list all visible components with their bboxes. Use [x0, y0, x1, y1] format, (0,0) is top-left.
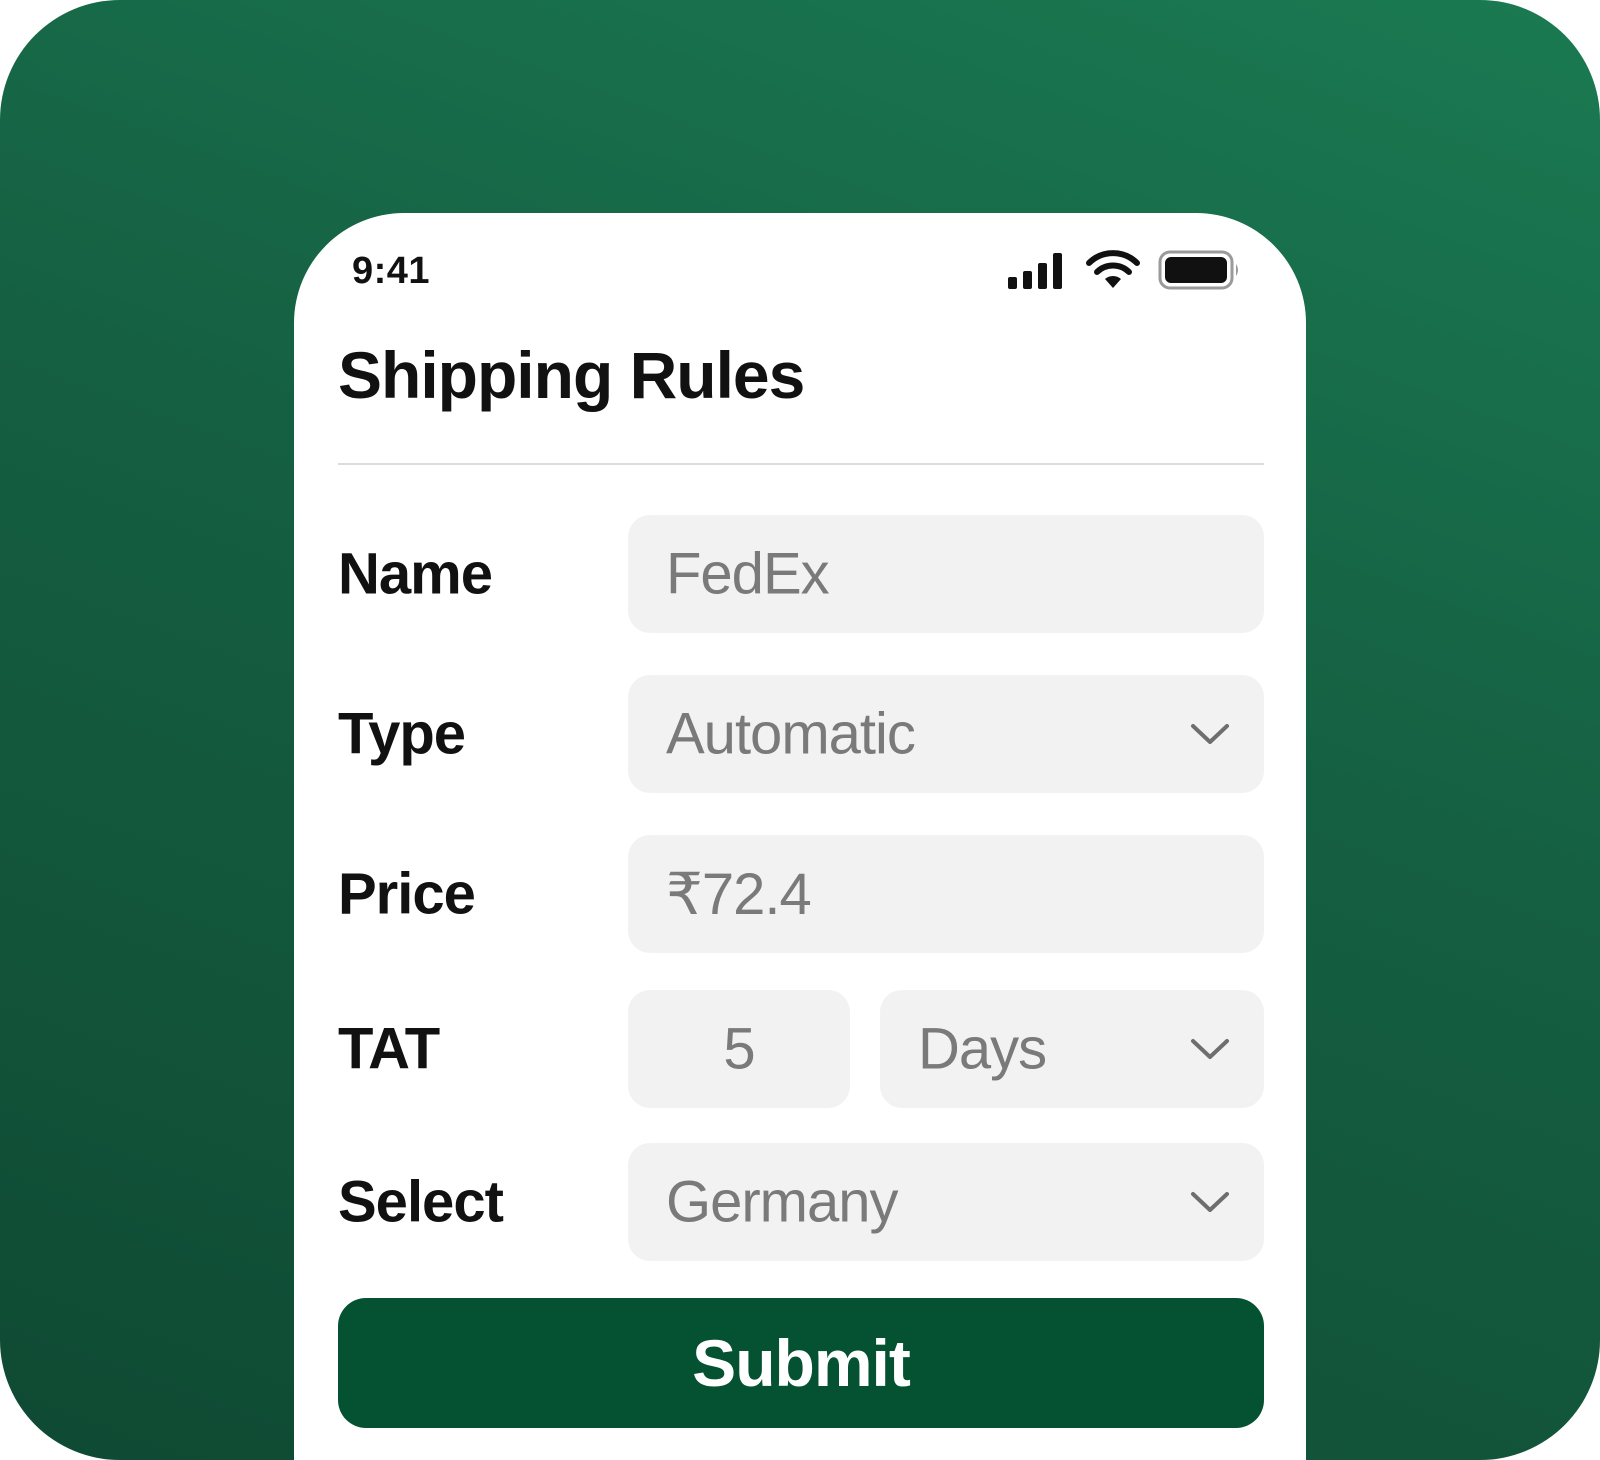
country-value: Germany	[666, 1169, 899, 1235]
chevron-down-icon	[1191, 1039, 1229, 1059]
name-label: Name	[338, 541, 493, 607]
country-label: Select	[338, 1169, 504, 1235]
status-time: 9:41	[352, 250, 431, 292]
tat-row: TAT 5 Days	[338, 990, 1264, 1108]
type-row: Type Automatic	[338, 675, 1264, 793]
type-label: Type	[338, 701, 466, 767]
tat-amount-input[interactable]: 5	[628, 990, 850, 1108]
price-value: ₹72.4	[666, 862, 812, 927]
submit-button[interactable]: Submit	[338, 1298, 1264, 1428]
tat-unit-value: Days	[918, 1016, 1047, 1082]
wifi-icon	[1086, 250, 1140, 288]
page-title: Shipping Rules	[338, 338, 805, 412]
chevron-down-icon	[1191, 1192, 1229, 1212]
app-background: 9:41 Shipping Rules Name FedEx Type Auto…	[0, 0, 1600, 1460]
battery-icon	[1158, 250, 1238, 290]
cellular-signal-icon	[1008, 253, 1062, 289]
tat-label: TAT	[338, 1016, 440, 1082]
type-value: Automatic	[666, 701, 916, 767]
country-select[interactable]: Germany	[628, 1143, 1264, 1261]
title-divider	[338, 463, 1264, 465]
status-icons	[1006, 249, 1242, 291]
status-bar: 9:41	[294, 213, 1306, 323]
name-input[interactable]: FedEx	[628, 515, 1264, 633]
name-row: Name FedEx	[338, 515, 1264, 633]
type-select[interactable]: Automatic	[628, 675, 1264, 793]
name-value: FedEx	[666, 541, 830, 607]
price-input[interactable]: ₹72.4	[628, 835, 1264, 953]
chevron-down-icon	[1191, 724, 1229, 744]
country-row: Select Germany	[338, 1143, 1264, 1261]
phone-screen: 9:41 Shipping Rules Name FedEx Type Auto…	[294, 213, 1306, 1460]
price-label: Price	[338, 861, 476, 927]
price-row: Price ₹72.4	[338, 835, 1264, 953]
tat-unit-select[interactable]: Days	[880, 990, 1264, 1108]
tat-amount-value: 5	[723, 1016, 755, 1082]
